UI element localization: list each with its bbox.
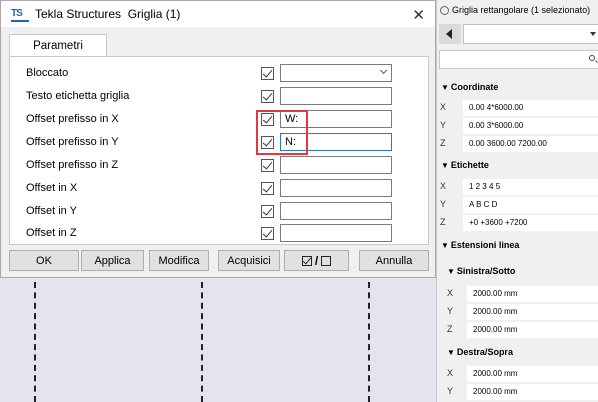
rt-y-field[interactable]: 2000.00 mm [467, 384, 598, 400]
offset-y-field[interactable] [280, 202, 392, 220]
lb-x-row: X 2000.00 mm [437, 285, 598, 303]
row-offset-y: Offset in Y [10, 201, 428, 223]
offset-prefix-x-field[interactable]: W: [280, 110, 392, 128]
row-label: Offset in X [26, 182, 78, 194]
chevron-down-icon [590, 32, 596, 36]
row-label: Offset prefisso in Z [26, 159, 119, 171]
slash-icon: / [314, 253, 319, 268]
properties-title-text: Griglia rettangolare (1 selezionato) [452, 5, 591, 15]
button-bar: OK Applica Modifica Acquisici / Annulla [1, 249, 435, 273]
toggle-all-button[interactable]: / [284, 250, 349, 271]
label-z-row: Z +0 +3600 +7200 [437, 214, 598, 232]
selection-dropdown[interactable] [463, 24, 598, 44]
section-labels[interactable]: ▼ Etichette [441, 160, 489, 170]
label-y-row: YA B C D [437, 196, 598, 214]
close-icon[interactable]: ✕ [412, 6, 425, 24]
rt-x-field[interactable]: 2000.00 mm [467, 366, 598, 382]
row-offset-prefix-z: Offset prefisso in Z [10, 155, 428, 177]
lb-z-row: Z 2000.00 mm [437, 321, 598, 339]
tekla-logo-icon: TS [11, 8, 29, 22]
row-label: Offset in Z [26, 227, 77, 239]
selection-nav [439, 24, 598, 44]
coord-y-field[interactable]: 0.00 3*6000.00 [463, 118, 598, 134]
cancel-button[interactable]: Annulla [359, 250, 429, 271]
section-coordinates[interactable]: ▼ Coordinate [441, 82, 498, 92]
coord-z-row: Z 0.00 3600.00 7200.00 [437, 135, 598, 153]
back-arrow-icon[interactable] [439, 24, 461, 44]
lb-z-field[interactable]: 2000.00 mm [467, 322, 598, 338]
enable-checkbox[interactable] [261, 136, 274, 149]
grid-line [201, 282, 203, 402]
row-offset-prefix-y: Offset prefisso in Y N: [10, 132, 428, 154]
row-offset-x: Offset in X [10, 178, 428, 200]
enable-checkbox[interactable] [261, 159, 274, 172]
offset-x-field[interactable] [280, 179, 392, 197]
grid-line [368, 282, 370, 402]
grid-dialog: TS Tekla Structures Griglia (1) ✕ Parame… [0, 0, 436, 278]
row-offset-z: Offset in Z [10, 223, 428, 245]
coord-y-row: Y 0.00 3*6000.00 [437, 117, 598, 135]
enable-checkbox[interactable] [261, 182, 274, 195]
offset-prefix-y-field[interactable]: N: [280, 133, 392, 151]
offset-z-field[interactable] [280, 224, 392, 242]
enable-checkbox[interactable] [261, 227, 274, 240]
lb-y-row: Y 2000.00 mm [437, 303, 598, 321]
grid-line [34, 282, 36, 402]
dialog-titlebar: TS Tekla Structures Griglia (1) ✕ [1, 1, 435, 27]
offset-prefix-z-field[interactable] [280, 156, 392, 174]
rt-y-row: Y 2000.00 mm [437, 383, 598, 401]
properties-panel: Griglia rettangolare (1 selezionato) ▼ Co… [436, 0, 598, 402]
grid-label-text-field[interactable] [280, 87, 392, 105]
parameters-panel: Bloccato Testo etichetta griglia Offset … [9, 56, 429, 245]
acquire-button[interactable]: Acquisici [218, 250, 280, 271]
ok-button[interactable]: OK [9, 250, 79, 271]
enable-checkbox[interactable] [261, 113, 274, 126]
coord-x-field[interactable]: 0.00 4*6000.00 [463, 100, 598, 116]
search-icon [589, 55, 595, 61]
search-input[interactable] [439, 50, 598, 69]
app-title: Tekla Structures [35, 7, 122, 21]
enable-checkbox[interactable] [261, 67, 274, 80]
row-label: Offset prefisso in X [26, 113, 119, 125]
checked-box-icon [301, 255, 312, 266]
label-y-field[interactable]: A B C D [463, 197, 598, 213]
rt-x-row: X 2000.00 mm [437, 365, 598, 383]
row-testo-etichetta: Testo etichetta griglia [10, 86, 428, 108]
lb-y-field[interactable]: 2000.00 mm [467, 304, 598, 320]
row-offset-prefix-x: Offset prefisso in X W: [10, 109, 428, 131]
chevron-down-icon [379, 66, 388, 75]
unchecked-box-icon [321, 255, 332, 266]
bloccato-dropdown[interactable] [280, 64, 392, 82]
dialog-title: Tekla Structures Griglia (1) [35, 7, 180, 21]
row-label: Bloccato [26, 67, 69, 79]
row-bloccato: Bloccato [10, 63, 428, 85]
enable-checkbox[interactable] [261, 205, 274, 218]
section-left-bottom[interactable]: ▼ Sinistra/Sotto [447, 266, 515, 276]
tab-parametri[interactable]: Parametri [9, 34, 107, 57]
section-line-extensions[interactable]: ▼ Estensioni linea [441, 240, 519, 250]
model-view[interactable] [0, 278, 436, 402]
lb-x-field[interactable]: 2000.00 mm [467, 286, 598, 302]
label-x-row: X1 2 3 4 5 [437, 178, 598, 196]
label-x-field[interactable]: 1 2 3 4 5 [463, 179, 598, 195]
gear-icon [440, 5, 449, 15]
row-label: Offset prefisso in Y [26, 136, 119, 148]
section-right-top[interactable]: ▼ Destra/Sopra [447, 347, 513, 357]
window-title: Griglia (1) [127, 7, 181, 21]
apply-button[interactable]: Applica [81, 250, 144, 271]
modify-button[interactable]: Modifica [149, 250, 209, 271]
label-z-field[interactable]: +0 +3600 +7200 [463, 215, 598, 231]
properties-title: Griglia rettangolare (1 selezionato) [437, 0, 598, 20]
coord-z-field[interactable]: 0.00 3600.00 7200.00 [463, 136, 598, 152]
row-label: Offset in Y [26, 205, 77, 217]
enable-checkbox[interactable] [261, 90, 274, 103]
coord-x-row: X 0.00 4*6000.00 [437, 99, 598, 117]
row-label: Testo etichetta griglia [26, 90, 130, 102]
